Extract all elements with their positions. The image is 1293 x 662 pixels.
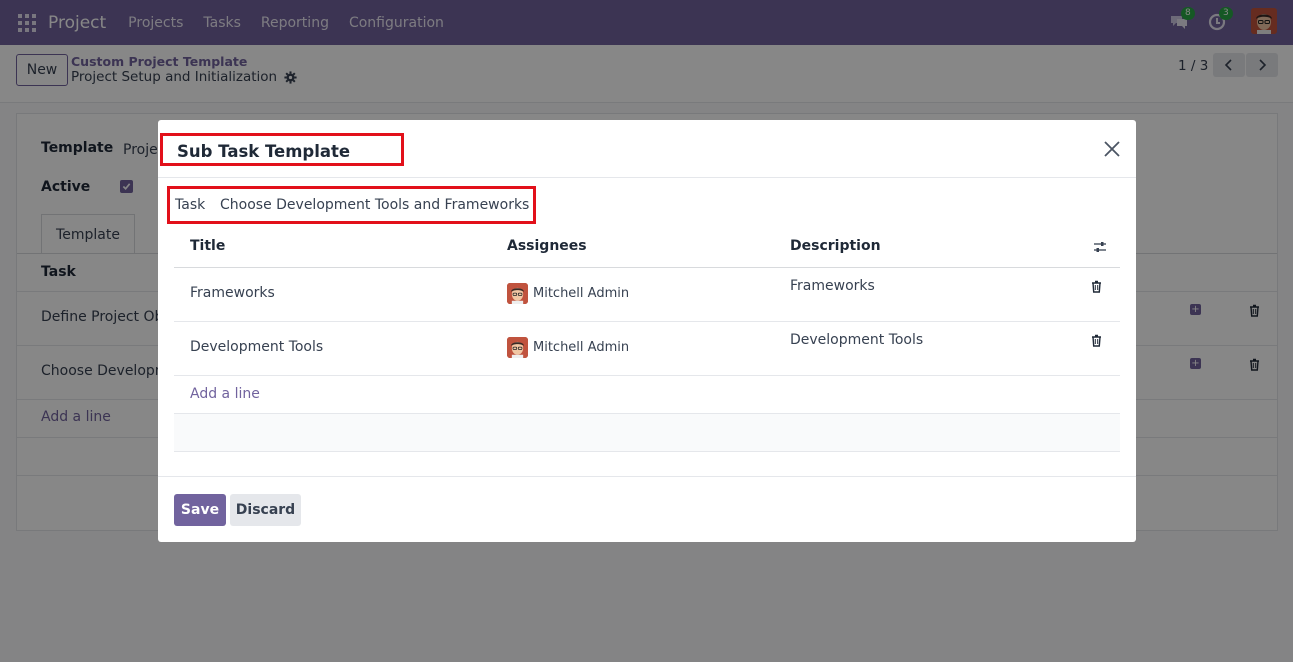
save-button[interactable]: Save bbox=[174, 494, 226, 526]
row-assignee[interactable]: Mitchell Admin bbox=[507, 337, 629, 358]
column-assignees[interactable]: Assignees bbox=[507, 238, 587, 254]
task-value: Choose Development Tools and Frameworks bbox=[220, 197, 530, 213]
table-row[interactable]: Development Tools Mitchell Admin Develop… bbox=[174, 322, 1120, 376]
task-label: Task bbox=[175, 197, 206, 213]
row-title[interactable]: Development Tools bbox=[190, 339, 323, 355]
row-description[interactable]: Development Tools bbox=[790, 332, 923, 348]
assignee-name: Mitchell Admin bbox=[533, 340, 630, 355]
task-highlight-box: Task Choose Development Tools and Framew… bbox=[167, 186, 536, 224]
empty-row bbox=[174, 414, 1120, 452]
modal-footer: Save Discard bbox=[158, 476, 1136, 542]
assignee-name: Mitchell Admin bbox=[533, 286, 630, 301]
table-header: Title Assignees Description bbox=[174, 228, 1120, 268]
title-highlight-box: Sub Task Template bbox=[160, 133, 404, 166]
close-icon[interactable] bbox=[1103, 140, 1121, 158]
table-row[interactable]: Frameworks Mitchell Admin Frameworks bbox=[174, 268, 1120, 322]
row-title[interactable]: Frameworks bbox=[190, 285, 275, 301]
sub-task-template-dialog: Sub Task Template Task Choose Developmen… bbox=[158, 120, 1136, 542]
user-face-icon bbox=[507, 337, 528, 358]
user-face-icon bbox=[507, 283, 528, 304]
add-line-row: Add a line bbox=[174, 376, 1120, 414]
avatar bbox=[507, 283, 528, 304]
discard-button[interactable]: Discard bbox=[230, 494, 301, 526]
row-description[interactable]: Frameworks bbox=[790, 278, 875, 294]
modal-header: Sub Task Template bbox=[158, 120, 1136, 178]
subtask-table: Title Assignees Description Frameworks M… bbox=[174, 228, 1120, 452]
add-line-link[interactable]: Add a line bbox=[190, 386, 260, 402]
modal-title: Sub Task Template bbox=[177, 142, 351, 161]
trash-icon[interactable] bbox=[1091, 334, 1102, 351]
column-description[interactable]: Description bbox=[790, 238, 881, 254]
trash-icon[interactable] bbox=[1091, 280, 1102, 297]
avatar bbox=[507, 337, 528, 358]
row-assignee[interactable]: Mitchell Admin bbox=[507, 283, 629, 304]
column-title[interactable]: Title bbox=[190, 238, 225, 254]
column-settings-icon[interactable] bbox=[1093, 240, 1107, 258]
